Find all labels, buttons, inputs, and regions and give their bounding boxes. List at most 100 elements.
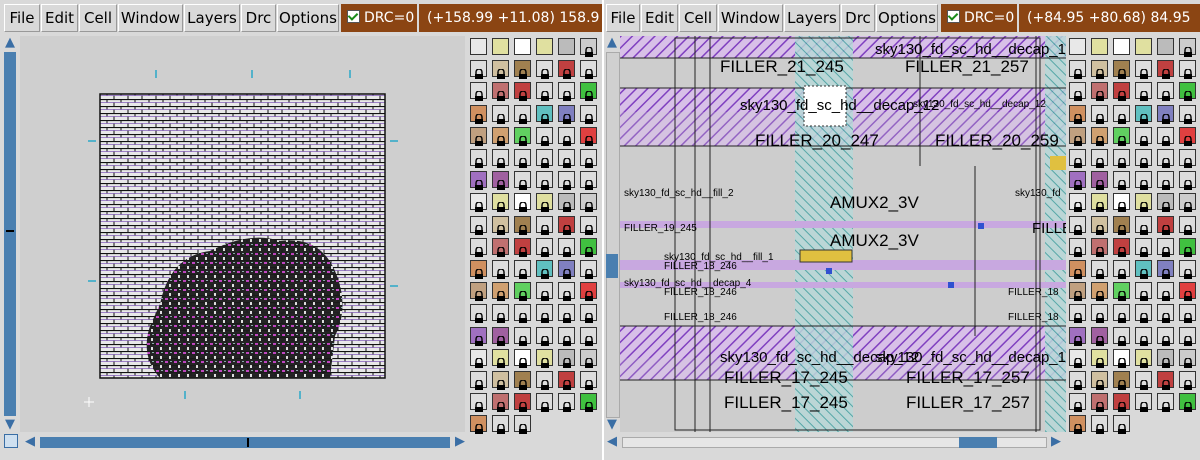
layer-swatch[interactable]: [558, 393, 575, 413]
layer-swatch[interactable]: [1113, 82, 1130, 102]
layer-swatch[interactable]: [558, 149, 575, 168]
layer-swatch[interactable]: [536, 104, 553, 124]
layer-swatch[interactable]: [1157, 38, 1174, 55]
layer-swatch[interactable]: [492, 348, 509, 368]
menu-cell[interactable]: Cell: [679, 4, 717, 32]
layer-swatch[interactable]: [1157, 371, 1174, 390]
layer-swatch[interactable]: [1113, 126, 1130, 146]
layer-swatch[interactable]: [1179, 304, 1196, 324]
layer-swatch[interactable]: [1091, 171, 1108, 191]
layer-swatch[interactable]: [1179, 60, 1196, 80]
layer-swatch[interactable]: [558, 371, 575, 390]
horizontal-scrollbar[interactable]: ◀ ▶: [604, 433, 1066, 451]
layer-swatch[interactable]: [1157, 126, 1174, 146]
layer-swatch[interactable]: [558, 171, 575, 191]
layer-swatch[interactable]: [536, 82, 553, 102]
layer-swatch[interactable]: [492, 193, 509, 213]
layer-swatch[interactable]: [580, 82, 597, 102]
layer-swatch[interactable]: [514, 193, 531, 213]
layer-swatch[interactable]: [536, 215, 553, 235]
layer-swatch[interactable]: [1179, 348, 1196, 368]
layer-swatch[interactable]: [1069, 304, 1086, 324]
layer-swatch[interactable]: [1069, 60, 1086, 80]
layer-swatch[interactable]: [536, 326, 553, 346]
layer-swatch[interactable]: [514, 171, 531, 191]
layer-swatch[interactable]: [1113, 171, 1130, 191]
layer-swatch[interactable]: [1157, 326, 1174, 346]
menu-layers[interactable]: Layers: [184, 4, 240, 32]
layer-swatch[interactable]: [580, 237, 597, 257]
layer-swatch[interactable]: [514, 393, 531, 413]
layer-swatch[interactable]: [1091, 215, 1108, 235]
layer-swatch[interactable]: [1179, 126, 1196, 146]
layer-swatch[interactable]: [1135, 393, 1152, 413]
layer-swatch[interactable]: [1157, 260, 1174, 279]
layer-swatch[interactable]: [470, 304, 487, 324]
layer-swatch[interactable]: [514, 237, 531, 257]
layer-swatch[interactable]: [1135, 38, 1152, 55]
layer-swatch[interactable]: [1091, 326, 1108, 346]
layer-swatch[interactable]: [514, 38, 531, 55]
layer-swatch[interactable]: [558, 60, 575, 80]
layer-swatch[interactable]: [1091, 282, 1108, 302]
layer-swatch[interactable]: [1091, 126, 1108, 146]
layer-swatch[interactable]: [1157, 82, 1174, 102]
layer-swatch[interactable]: [580, 149, 597, 168]
layer-swatch[interactable]: [580, 304, 597, 324]
layer-swatch[interactable]: [558, 82, 575, 102]
layer-swatch[interactable]: [558, 126, 575, 146]
layer-swatch[interactable]: [580, 104, 597, 124]
layer-swatch[interactable]: [1091, 348, 1108, 368]
layer-swatch[interactable]: [1091, 393, 1108, 413]
layer-swatch[interactable]: [1135, 126, 1152, 146]
layer-swatch[interactable]: [1135, 104, 1152, 124]
layer-swatch[interactable]: [492, 126, 509, 146]
layer-swatch[interactable]: [1113, 193, 1130, 213]
layer-swatch[interactable]: [492, 104, 509, 124]
layer-swatch[interactable]: [1069, 326, 1086, 346]
vertical-scroll-thumb[interactable]: [4, 52, 16, 416]
layer-swatch[interactable]: [1157, 171, 1174, 191]
menu-drc[interactable]: Drc: [241, 4, 276, 32]
scroll-right-arrow-icon[interactable]: ▶: [1048, 435, 1064, 449]
layer-swatch[interactable]: [470, 348, 487, 368]
layer-swatch[interactable]: [514, 126, 531, 146]
layer-swatch[interactable]: [1091, 415, 1108, 435]
layer-swatch[interactable]: [1091, 193, 1108, 213]
layer-swatch[interactable]: [1179, 82, 1196, 102]
layer-swatch[interactable]: [1113, 371, 1130, 390]
layout-canvas[interactable]: FILLER_21_245 sky130_fd_sc_hd__decap_12 …: [620, 36, 1066, 432]
layer-swatch[interactable]: [580, 260, 597, 279]
layer-swatch[interactable]: [1069, 171, 1086, 191]
layer-swatch[interactable]: [1135, 371, 1152, 390]
layer-swatch[interactable]: [1157, 282, 1174, 302]
layer-swatch[interactable]: [558, 326, 575, 346]
layer-swatch[interactable]: [536, 371, 553, 390]
layer-swatch[interactable]: [1135, 193, 1152, 213]
layer-swatch[interactable]: [1069, 393, 1086, 413]
layer-swatch[interactable]: [580, 171, 597, 191]
layer-swatch[interactable]: [492, 260, 509, 279]
layer-swatch[interactable]: [514, 371, 531, 390]
layer-swatch[interactable]: [1157, 193, 1174, 213]
layer-swatch[interactable]: [1113, 38, 1130, 55]
layer-swatch[interactable]: [580, 215, 597, 235]
layer-swatch[interactable]: [1069, 348, 1086, 368]
layer-swatch[interactable]: [536, 282, 553, 302]
layer-swatch[interactable]: [1069, 260, 1086, 279]
layer-swatch[interactable]: [1113, 393, 1130, 413]
layer-swatch[interactable]: [1157, 60, 1174, 80]
layer-swatch[interactable]: [514, 282, 531, 302]
layer-swatch[interactable]: [470, 82, 487, 102]
layer-swatch[interactable]: [492, 326, 509, 346]
layer-swatch[interactable]: [1157, 393, 1174, 413]
layer-swatch[interactable]: [1157, 348, 1174, 368]
layer-swatch[interactable]: [1113, 215, 1130, 235]
layer-swatch[interactable]: [536, 237, 553, 257]
layer-swatch[interactable]: [1113, 304, 1130, 324]
layer-swatch[interactable]: [536, 171, 553, 191]
layer-swatch[interactable]: [514, 215, 531, 235]
vertical-scroll-track[interactable]: [606, 52, 620, 418]
layer-swatch[interactable]: [580, 38, 597, 57]
layout-canvas[interactable]: [20, 36, 465, 432]
